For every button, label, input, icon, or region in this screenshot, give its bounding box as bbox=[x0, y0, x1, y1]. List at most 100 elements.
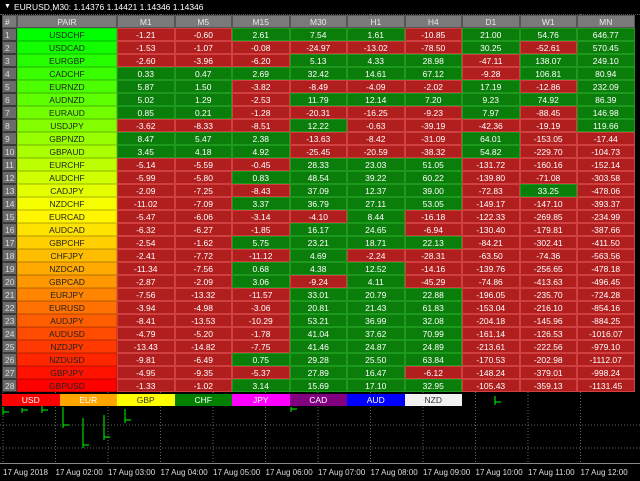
value-cell-m30: 7.54 bbox=[289, 28, 347, 41]
value-cell-m15: 0.75 bbox=[232, 353, 290, 366]
pair-cell[interactable]: NZDUSD bbox=[17, 353, 117, 366]
value-cell-m1: -5.14 bbox=[117, 158, 175, 171]
value-cell-d1: -105.43 bbox=[462, 379, 520, 392]
collapse-triangle-icon[interactable]: ▼ bbox=[4, 3, 11, 10]
pair-cell[interactable]: GBPCHF bbox=[17, 236, 117, 249]
chart-title-bar: ▼ EURUSD,M30: 1.14376 1.14421 1.14346 1.… bbox=[0, 0, 640, 15]
row-number: 23 bbox=[2, 314, 17, 327]
value-cell-h4: -2.02 bbox=[404, 80, 462, 93]
pair-cell[interactable]: GBPCAD bbox=[17, 275, 117, 288]
pair-cell[interactable]: AUDUSD bbox=[17, 327, 117, 340]
value-cell-mn: -1131.45 bbox=[577, 379, 635, 392]
time-label: 17 Aug 05:00 bbox=[213, 468, 261, 477]
value-cell-h1: 24.65 bbox=[347, 223, 405, 236]
pair-cell[interactable]: NZDJPY bbox=[17, 340, 117, 353]
value-cell-w1: -235.70 bbox=[519, 288, 577, 301]
row-number: 3 bbox=[2, 54, 17, 67]
table-row: 22 EURUSD -3.94 -4.98 -3.06 20.81 21.43 61.83 -1… bbox=[2, 301, 635, 314]
value-cell-h1: 16.47 bbox=[347, 366, 405, 379]
pair-cell[interactable]: USDCAD bbox=[17, 41, 117, 54]
value-cell-mn: -17.44 bbox=[577, 132, 635, 145]
legend-aud[interactable]: AUD bbox=[347, 394, 405, 406]
value-cell-w1: -302.41 bbox=[519, 236, 577, 249]
value-cell-m5: -4.98 bbox=[174, 301, 232, 314]
value-cell-w1: -216.10 bbox=[519, 301, 577, 314]
value-cell-m15: -0.08 bbox=[232, 41, 290, 54]
value-cell-h1: 12.52 bbox=[347, 262, 405, 275]
value-cell-h4: -9.23 bbox=[404, 106, 462, 119]
pair-cell[interactable]: EURGBP bbox=[17, 54, 117, 67]
row-number: 11 bbox=[2, 158, 17, 171]
value-cell-m30: 28.33 bbox=[289, 158, 347, 171]
pair-cell[interactable]: GBPAUD bbox=[17, 145, 117, 158]
table-row: 21 EURJPY -7.56 -13.32 -11.57 33.01 20.79 22.88… bbox=[2, 288, 635, 301]
value-cell-m15: -3.14 bbox=[232, 210, 290, 223]
legend-chf[interactable]: CHF bbox=[174, 394, 232, 406]
value-cell-m30: 15.69 bbox=[289, 379, 347, 392]
value-cell-m30: 16.17 bbox=[289, 223, 347, 236]
pair-cell[interactable]: EURUSD bbox=[17, 301, 117, 314]
value-cell-w1: -52.61 bbox=[519, 41, 577, 54]
value-cell-mn: -563.56 bbox=[577, 249, 635, 262]
pair-cell[interactable]: EURAUD bbox=[17, 106, 117, 119]
pair-cell[interactable]: NZDCAD bbox=[17, 262, 117, 275]
value-cell-w1: -413.63 bbox=[519, 275, 577, 288]
value-cell-mn: -1016.07 bbox=[577, 327, 635, 340]
value-cell-m30: 33.01 bbox=[289, 288, 347, 301]
legend-gbp[interactable]: GBP bbox=[117, 394, 175, 406]
column-header-pair: PAIR bbox=[17, 15, 117, 28]
pair-cell[interactable]: GBPJPY bbox=[17, 366, 117, 379]
value-cell-m30: 27.89 bbox=[289, 366, 347, 379]
value-cell-m5: 5.47 bbox=[174, 132, 232, 145]
pair-cell[interactable]: EURCAD bbox=[17, 210, 117, 223]
pair-cell[interactable]: EURCHF bbox=[17, 158, 117, 171]
value-cell-m30: 48.54 bbox=[289, 171, 347, 184]
pair-cell[interactable]: USDCHF bbox=[17, 28, 117, 41]
row-number: 21 bbox=[2, 288, 17, 301]
pair-cell[interactable]: AUDJPY bbox=[17, 314, 117, 327]
value-cell-h4: -38.32 bbox=[404, 145, 462, 158]
pair-cell[interactable]: AUDCHF bbox=[17, 171, 117, 184]
value-cell-h4: -10.85 bbox=[404, 28, 462, 41]
pair-cell[interactable]: GBPNZD bbox=[17, 132, 117, 145]
pair-cell[interactable]: EURJPY bbox=[17, 288, 117, 301]
pair-cell[interactable]: AUDNZD bbox=[17, 93, 117, 106]
time-label: 17 Aug 02:00 bbox=[55, 468, 103, 477]
column-header-mn: MN bbox=[577, 15, 635, 28]
time-label: 17 Aug 2018 bbox=[3, 468, 48, 477]
legend-cad[interactable]: CAD bbox=[289, 394, 347, 406]
pair-cell[interactable]: CHFJPY bbox=[17, 249, 117, 262]
value-cell-m30: 12.22 bbox=[289, 119, 347, 132]
pair-cell[interactable]: USDJPY bbox=[17, 119, 117, 132]
value-cell-mn: -478.18 bbox=[577, 262, 635, 275]
value-cell-m15: 3.06 bbox=[232, 275, 290, 288]
legend-jpy[interactable]: JPY bbox=[232, 394, 290, 406]
value-cell-w1: -88.45 bbox=[519, 106, 577, 119]
table-row: 10 GBPAUD 3.45 4.18 4.92 -25.45 -20.59 -38.32 54… bbox=[2, 145, 635, 158]
value-cell-d1: -74.86 bbox=[462, 275, 520, 288]
value-cell-m15: -11.57 bbox=[232, 288, 290, 301]
legend-usd[interactable]: USD bbox=[2, 394, 60, 406]
pair-cell[interactable]: NZDCHF bbox=[17, 197, 117, 210]
value-cell-h1: 39.22 bbox=[347, 171, 405, 184]
value-cell-m30: 37.09 bbox=[289, 184, 347, 197]
pair-cell[interactable]: CADCHF bbox=[17, 67, 117, 80]
value-cell-w1: 33.25 bbox=[519, 184, 577, 197]
legend-eur[interactable]: EUR bbox=[59, 394, 117, 406]
pair-cell[interactable]: AUDCAD bbox=[17, 223, 117, 236]
table-row: 13 CADJPY -2.09 -7.25 -8.43 37.09 12.37 39.00 -7… bbox=[2, 184, 635, 197]
value-cell-h4: -28.31 bbox=[404, 249, 462, 262]
value-cell-h1: 25.50 bbox=[347, 353, 405, 366]
value-cell-m15: -8.51 bbox=[232, 119, 290, 132]
table-row: 16 AUDCAD -6.32 -6.27 -1.85 16.17 24.65 -6.94 -1… bbox=[2, 223, 635, 236]
value-cell-m5: -2.09 bbox=[174, 275, 232, 288]
value-cell-w1: -12.86 bbox=[519, 80, 577, 93]
pair-cell[interactable]: CADJPY bbox=[17, 184, 117, 197]
value-cell-mn: -478.06 bbox=[577, 184, 635, 197]
pair-cell[interactable]: GBPUSD bbox=[17, 379, 117, 392]
pair-cell[interactable]: EURNZD bbox=[17, 80, 117, 93]
value-cell-h4: 61.83 bbox=[404, 301, 462, 314]
legend-nzd[interactable]: NZD bbox=[404, 394, 462, 406]
value-cell-h1: 17.10 bbox=[347, 379, 405, 392]
table-row: 23 AUDJPY -8.41 -13.53 -10.29 53.21 36.99 32.08… bbox=[2, 314, 635, 327]
